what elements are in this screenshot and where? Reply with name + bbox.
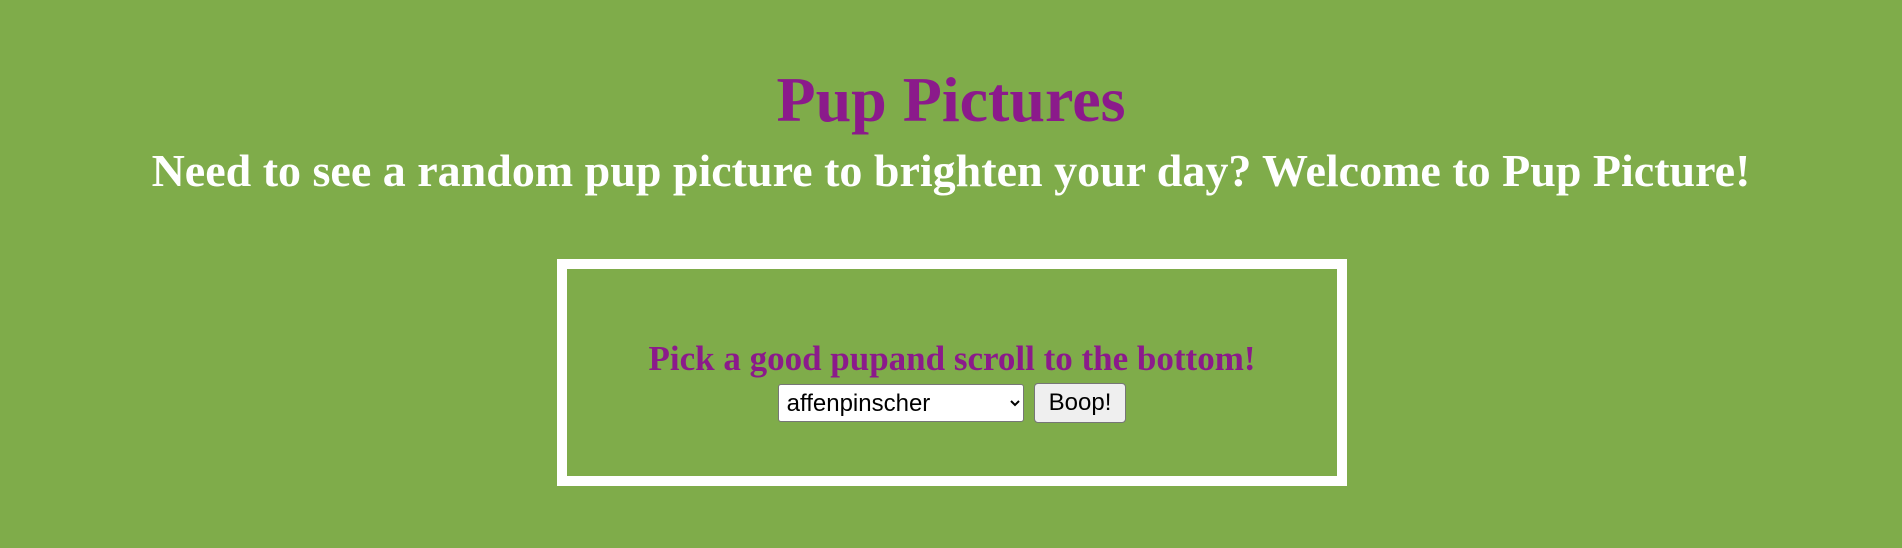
breed-picker-panel: Pick a good pupand scroll to the bottom!… xyxy=(557,259,1347,486)
page-title: Pup Pictures xyxy=(776,64,1126,135)
boop-button[interactable]: Boop! xyxy=(1033,383,1127,423)
breed-select[interactable]: affenpinscher xyxy=(777,384,1024,422)
picker-controls: affenpinscher Boop! xyxy=(567,383,1337,423)
picker-prompt: Pick a good pupand scroll to the bottom! xyxy=(648,339,1256,378)
page-subtitle: Need to see a random pup picture to brig… xyxy=(151,145,1751,196)
